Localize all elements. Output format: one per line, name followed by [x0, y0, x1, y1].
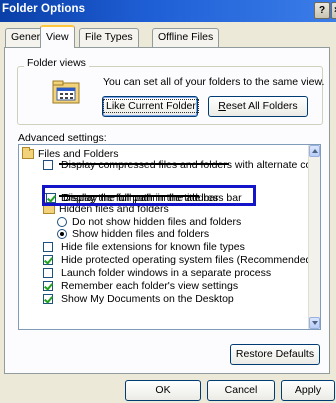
folder-view-icon: [52, 80, 80, 104]
tab-file-types[interactable]: File Types: [79, 28, 139, 47]
ok-button[interactable]: OK: [125, 380, 201, 401]
restore-defaults-button[interactable]: Restore Defaults: [230, 344, 320, 365]
reset-all-folders-label: Reset All Folders: [218, 100, 298, 112]
remember-view-checkbox[interactable]: [43, 281, 53, 291]
cancel-label: Cancel: [224, 384, 258, 396]
list-scrollbar[interactable]: [308, 145, 320, 329]
folder-views-description: You can set all of your folders to the s…: [103, 76, 325, 88]
tab-view[interactable]: View: [40, 25, 75, 48]
hide-extensions-checkbox[interactable]: [43, 242, 53, 252]
scroll-up-arrow-icon[interactable]: [309, 145, 320, 157]
show-hidden-radio[interactable]: [57, 229, 67, 239]
launch-separate-checkbox[interactable]: [43, 268, 53, 278]
list-item-full-path-address[interactable]: Display the full path in the address bar: [42, 192, 252, 204]
compressed-color-checkbox[interactable]: [43, 160, 53, 170]
help-button[interactable]: ?: [314, 2, 330, 19]
scribble-mark: [59, 163, 229, 165]
folder-options-dialog: Folder Options ? × General View File Typ…: [0, 0, 336, 403]
show-my-documents-checkbox[interactable]: [43, 294, 53, 304]
folder-views-group-title: Folder views: [24, 57, 89, 69]
window-title: Folder Options: [2, 3, 86, 15]
hide-protected-checkbox[interactable]: [43, 255, 53, 265]
do-not-show-hidden-radio[interactable]: [57, 217, 67, 227]
like-current-folder-button[interactable]: Like Current Folder: [102, 96, 199, 117]
full-path-address-checkbox[interactable]: [46, 193, 56, 203]
folder-icon: [22, 147, 34, 159]
reset-all-folders-button[interactable]: Reset All Folders: [208, 96, 308, 117]
restore-defaults-label: Restore Defaults: [235, 348, 315, 360]
apply-button[interactable]: Apply: [281, 380, 335, 401]
cancel-button[interactable]: Cancel: [207, 380, 275, 401]
apply-label: Apply: [294, 384, 322, 396]
tab-offline-files[interactable]: Offline Files: [152, 28, 220, 47]
advanced-settings-label: Advanced settings:: [18, 132, 107, 144]
advanced-settings-list[interactable]: Files and Folders Display compressed fil…: [18, 144, 321, 330]
close-button[interactable]: ×: [331, 2, 336, 19]
scroll-down-arrow-icon[interactable]: [309, 317, 320, 329]
title-bar: Folder Options ? ×: [0, 0, 336, 22]
like-current-folder-label: Like Current Folder: [103, 99, 199, 113]
ok-label: OK: [155, 384, 171, 396]
